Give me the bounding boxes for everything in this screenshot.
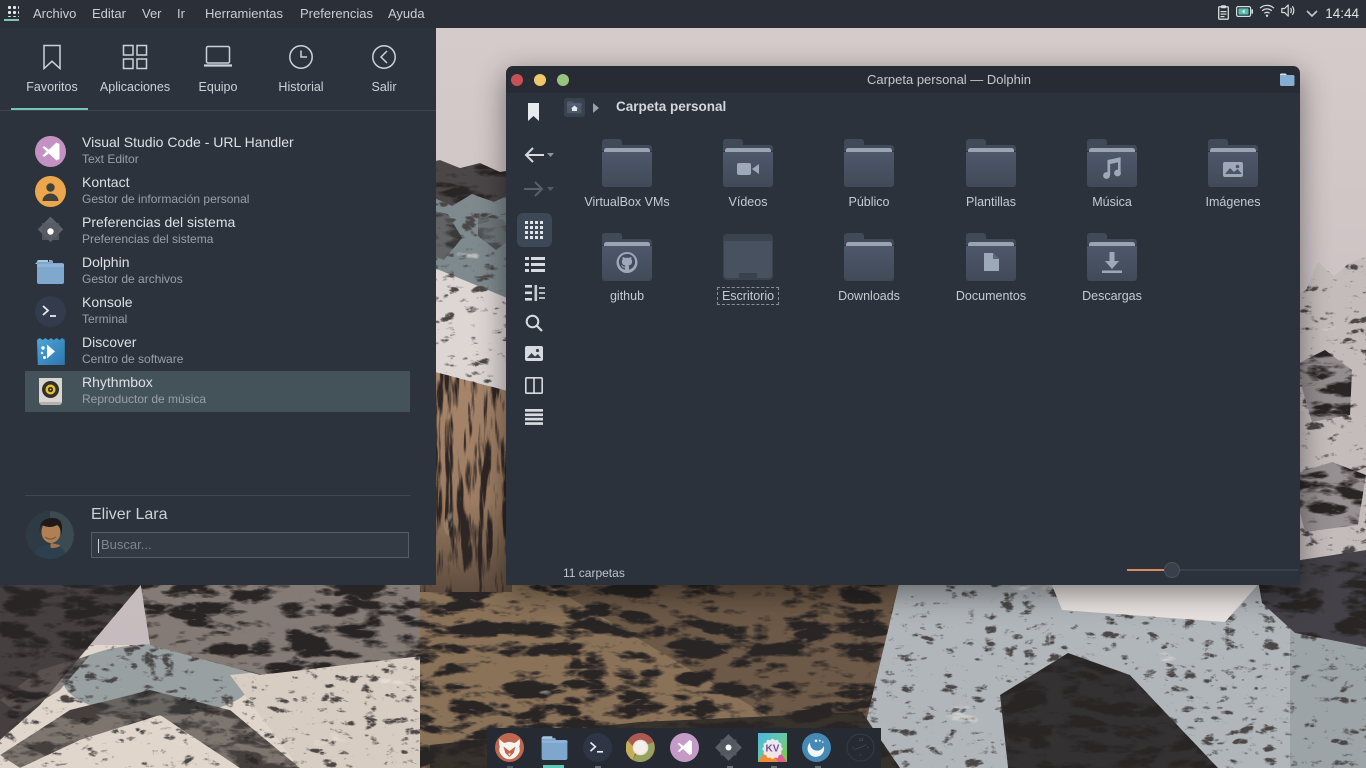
svg-text:12: 12 — [859, 737, 864, 742]
svg-text:KV: KV — [766, 744, 780, 755]
